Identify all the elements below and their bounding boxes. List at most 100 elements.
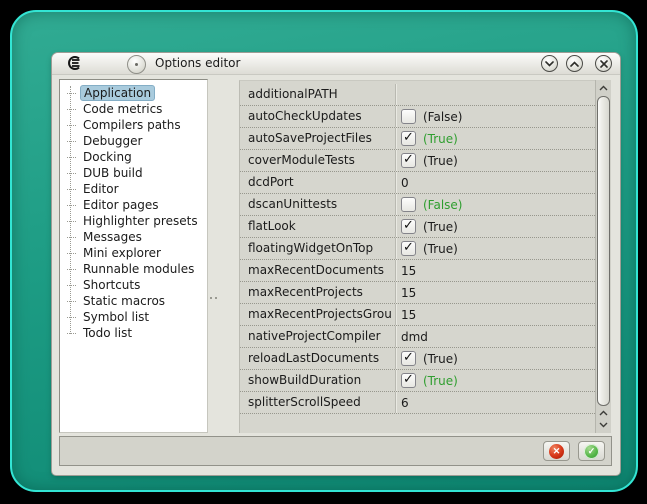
checkbox-checked-icon[interactable]: ✓ (401, 219, 416, 234)
option-value-cell[interactable]: ✓(True) (396, 150, 595, 171)
window-menu-button[interactable] (127, 55, 146, 74)
sidebar-item-debugger[interactable]: Debugger (60, 133, 207, 149)
sidebar-item-symbol-list[interactable]: Symbol list (60, 309, 207, 325)
option-value-text: (True) (423, 220, 458, 234)
option-value-text: (True) (423, 374, 458, 388)
option-row-maxRecentProjectsGrou[interactable]: maxRecentProjectsGrou15 (240, 304, 595, 326)
window-frame: Options editor ApplicationCode metricsCo… (10, 10, 638, 492)
option-value-text: dmd (401, 330, 428, 344)
option-value-cell[interactable]: ✓(True) (396, 238, 595, 259)
option-value-cell[interactable]: ✓ (True) (396, 370, 595, 391)
sidebar-item-compilers-paths[interactable]: Compilers paths (60, 117, 207, 133)
sidebar-item-messages[interactable]: Messages (60, 229, 207, 245)
option-value-cell[interactable]: 15 (396, 260, 595, 281)
option-value-text: 0 (401, 176, 409, 190)
unshade-button[interactable] (566, 55, 583, 72)
option-row-dscanUnittests[interactable]: dscanUnittests(False) (240, 194, 595, 216)
scrollbar-thumb[interactable] (597, 96, 610, 406)
option-value-cell[interactable]: ✓ (True) (396, 216, 595, 237)
option-value-cell[interactable]: 15 (396, 282, 595, 303)
option-value-text: 15 (401, 286, 416, 300)
sidebar-item-code-metrics[interactable]: Code metrics (60, 101, 207, 117)
checkbox-checked-icon[interactable]: ✓ (401, 153, 416, 168)
chevron-up-icon (599, 85, 608, 91)
titlebar[interactable]: Options editor (52, 53, 620, 75)
tree-branch-icon (67, 157, 76, 158)
sidebar-item-label: Mini explorer (80, 245, 164, 261)
sidebar-item-label: Docking (80, 149, 135, 165)
option-value-cell[interactable]: (False) (396, 106, 595, 127)
option-row-showBuildDuration[interactable]: showBuildDuration✓(True) (240, 370, 595, 392)
tree-branch-icon (67, 93, 76, 94)
option-row-reloadLastDocuments[interactable]: reloadLastDocuments✓(True) (240, 348, 595, 370)
sidebar-item-label: Debugger (80, 133, 145, 149)
sidebar-item-shortcuts[interactable]: Shortcuts (60, 277, 207, 293)
categories-tree[interactable]: ApplicationCode metricsCompilers pathsDe… (59, 79, 208, 433)
sidebar-item-application[interactable]: Application (60, 85, 207, 101)
options-grid[interactable]: additionalPATHautoCheckUpdates(False)aut… (239, 80, 595, 433)
checkbox-unchecked-icon[interactable] (401, 109, 416, 124)
sidebar-item-runnable-modules[interactable]: Runnable modules (60, 261, 207, 277)
option-name: additionalPATH (240, 84, 396, 105)
tree-branch-icon (67, 205, 76, 206)
option-row-autoCheckUpdates[interactable]: autoCheckUpdates(False) (240, 106, 595, 128)
shade-button[interactable] (541, 55, 558, 72)
close-icon (600, 60, 608, 68)
checkbox-unchecked-icon[interactable] (401, 197, 416, 212)
option-value-cell[interactable]: ✓ (True) (396, 348, 595, 369)
option-row-nativeProjectCompiler[interactable]: nativeProjectCompilerdmd (240, 326, 595, 348)
sidebar-item-docking[interactable]: Docking (60, 149, 207, 165)
tree-branch-icon (67, 317, 76, 318)
footer-bar: ✕ ✓ (59, 436, 612, 466)
option-name: dcdPort (240, 172, 396, 193)
option-row-flatLook[interactable]: flatLook✓(True) (240, 216, 595, 238)
grid-vertical-scrollbar[interactable] (595, 80, 611, 433)
checkbox-checked-icon[interactable]: ✓ (401, 131, 416, 146)
splitter-handle[interactable] (208, 293, 222, 303)
sidebar-item-label: Compilers paths (80, 117, 184, 133)
option-name: maxRecentDocuments (240, 260, 396, 281)
chevron-up-icon (570, 61, 579, 67)
scroll-down-button[interactable] (597, 419, 610, 430)
option-row-maxRecentProjects[interactable]: maxRecentProjects15 (240, 282, 595, 304)
scroll-up-button-bottom[interactable] (597, 407, 610, 418)
checkbox-checked-icon[interactable]: ✓ (401, 241, 416, 256)
option-row-dcdPort[interactable]: dcdPort 0 (240, 172, 595, 194)
options-editor-window: Options editor ApplicationCode metricsCo… (52, 53, 620, 475)
option-value-cell[interactable] (396, 84, 595, 105)
option-value-text: (True) (423, 352, 458, 366)
cancel-button[interactable]: ✕ (543, 441, 570, 461)
option-row-floatingWidgetOnTop[interactable]: floatingWidgetOnTop✓(True) (240, 238, 595, 260)
option-value-cell[interactable]: 6 (396, 392, 595, 413)
sidebar-item-highlighter-presets[interactable]: Highlighter presets (60, 213, 207, 229)
option-value-text: (True) (423, 132, 458, 146)
sidebar-item-label: Messages (80, 229, 145, 245)
option-row-maxRecentDocuments[interactable]: maxRecentDocuments 15 (240, 260, 595, 282)
sidebar-item-editor-pages[interactable]: Editor pages (60, 197, 207, 213)
sidebar-item-dub-build[interactable]: DUB build (60, 165, 207, 181)
option-value-text: 15 (401, 264, 416, 278)
titlebar-buttons (541, 55, 612, 72)
option-value-cell[interactable]: (False) (396, 194, 595, 215)
sidebar-item-label: Application (80, 85, 155, 101)
option-value-cell[interactable]: dmd (396, 326, 595, 347)
checkbox-checked-icon[interactable]: ✓ (401, 351, 416, 366)
option-value-cell[interactable]: 0 (396, 172, 595, 193)
option-row-splitterScrollSpeed[interactable]: splitterScrollSpeed6 (240, 392, 595, 414)
tree-branch-icon (67, 253, 76, 254)
scroll-up-button[interactable] (597, 82, 610, 93)
option-row-autoSaveProjectFiles[interactable]: autoSaveProjectFiles✓(True) (240, 128, 595, 150)
checkbox-checked-icon[interactable]: ✓ (401, 373, 416, 388)
cancel-x-icon: ✕ (549, 444, 564, 459)
accept-button[interactable]: ✓ (578, 441, 605, 461)
sidebar-item-todo-list[interactable]: Todo list (60, 325, 207, 341)
sidebar-item-static-macros[interactable]: Static macros (60, 293, 207, 309)
sidebar-item-mini-explorer[interactable]: Mini explorer (60, 245, 207, 261)
close-button[interactable] (595, 55, 612, 72)
option-value-cell[interactable]: 15 (396, 304, 595, 325)
chevron-down-icon (599, 422, 608, 428)
sidebar-item-editor[interactable]: Editor (60, 181, 207, 197)
option-value-cell[interactable]: ✓ (True) (396, 128, 595, 149)
option-row-coverModuleTests[interactable]: coverModuleTests✓(True) (240, 150, 595, 172)
option-row-additionalPATH[interactable]: additionalPATH (240, 84, 595, 106)
